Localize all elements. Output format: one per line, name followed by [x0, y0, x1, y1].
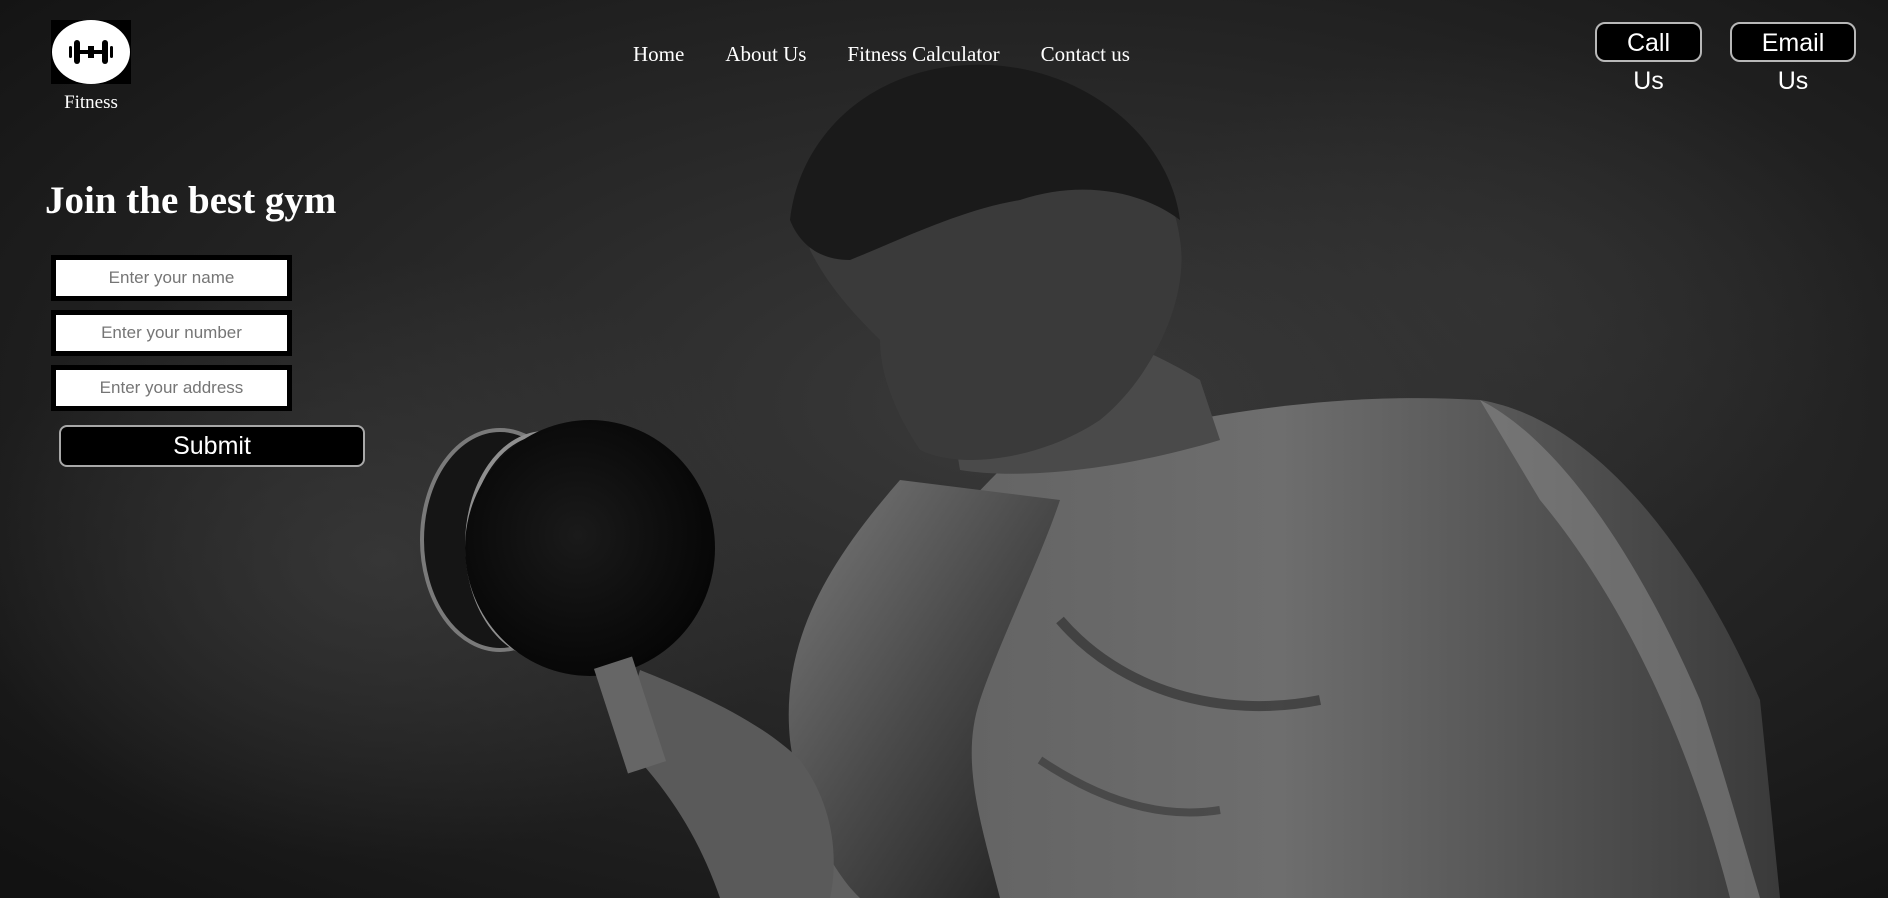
nav-fitness-calculator[interactable]: Fitness Calculator [847, 42, 999, 67]
dumbbell-icon [69, 40, 113, 64]
logo-badge [51, 20, 131, 84]
logo-circle [52, 20, 130, 84]
submit-button[interactable]: Submit [59, 425, 365, 467]
nav-home[interactable]: Home [633, 42, 684, 67]
nav-contact-us[interactable]: Contact us [1041, 42, 1130, 67]
site-logo[interactable]: Fitness [51, 20, 131, 114]
name-input[interactable] [51, 255, 292, 301]
logo-label: Fitness [64, 92, 118, 113]
main-nav: Home About Us Fitness Calculator Contact… [633, 42, 1130, 67]
email-us-button[interactable]: Email Us [1730, 22, 1856, 95]
number-input[interactable] [51, 310, 292, 356]
call-us-button[interactable]: Call Us [1595, 22, 1702, 95]
nav-about-us[interactable]: About Us [725, 42, 806, 67]
address-input[interactable] [51, 365, 292, 411]
hero-headline: Join the best gym [45, 179, 337, 222]
